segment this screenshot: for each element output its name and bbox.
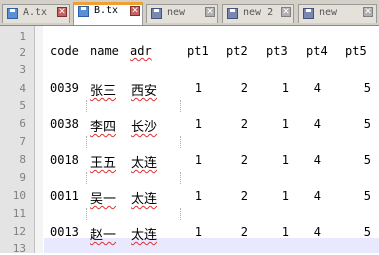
line-number: 1 (19, 30, 26, 43)
pt-cell: 1 (281, 225, 289, 239)
pt-cell: 5 (363, 189, 371, 203)
close-icon[interactable]: ✕ (363, 7, 373, 17)
name-cell: 赵一 (90, 228, 117, 243)
line-number: 12 (12, 225, 26, 238)
tab-label: new (167, 7, 186, 18)
tab-guide (86, 100, 87, 112)
pt-cell: 4 (313, 117, 321, 131)
header-cell: pt3 (266, 44, 288, 58)
pt-cell: 1 (281, 153, 289, 167)
pt-cell: 5 (363, 117, 371, 131)
document-icon (78, 6, 89, 17)
tab-label: B.tx (94, 5, 119, 16)
tab-b-txt[interactable]: B.tx ✕ (73, 2, 143, 25)
tab-guide (180, 208, 181, 220)
document-icon (151, 8, 162, 19)
pt-cell: 1 (194, 153, 202, 167)
pt-cell: 2 (240, 189, 248, 203)
line-number: 7 (19, 135, 26, 148)
tab-label: new 2 (243, 7, 274, 18)
pt-cell: 2 (240, 117, 248, 131)
pt-cell: 1 (194, 225, 202, 239)
pt-cell: 5 (363, 81, 371, 95)
pt-cell: 1 (281, 117, 289, 131)
header-cell: adr (130, 44, 152, 58)
code-cell: 0011 (50, 189, 79, 203)
close-icon[interactable]: ✕ (57, 7, 67, 17)
pt-cell: 4 (313, 189, 321, 203)
adr-cell: 太连 (131, 156, 158, 171)
line-number: 10 (12, 189, 26, 202)
pt-cell: 1 (281, 81, 289, 95)
document-icon (7, 8, 18, 19)
tab-new-3[interactable]: new ✕ (298, 4, 377, 23)
name-cell: 吴一 (90, 192, 117, 207)
pt-cell: 2 (240, 153, 248, 167)
line-number-gutter[interactable]: 1 2 3 4 5 6 7 8 9 10 11 12 13 (0, 26, 35, 255)
header-cell: name (90, 44, 119, 58)
code-cell: 0013 (50, 225, 79, 239)
tab-guide (86, 172, 87, 184)
pt-cell: 1 (194, 81, 202, 95)
header-cell: code (50, 44, 79, 58)
line-number: 5 (19, 99, 26, 112)
tab-guide (86, 208, 87, 220)
close-icon[interactable]: ✕ (281, 7, 291, 17)
close-icon[interactable]: ✕ (130, 6, 140, 16)
name-cell: 李四 (90, 120, 117, 135)
pt-cell: 4 (313, 81, 321, 95)
fold-margin[interactable] (35, 26, 43, 253)
document-icon (227, 8, 238, 19)
pt-cell: 4 (313, 225, 321, 239)
code-cell: 0018 (50, 153, 79, 167)
line-number: 6 (19, 117, 26, 130)
line-number: 8 (19, 153, 26, 166)
close-icon[interactable]: ✕ (205, 7, 215, 17)
header-cell: pt1 (187, 44, 209, 58)
line-number: 11 (12, 207, 26, 220)
tab-label: new (319, 7, 338, 18)
tab-a-txt[interactable]: A.tx ✕ (2, 4, 70, 23)
adr-cell: 西安 (131, 84, 158, 99)
line-number: 13 (12, 242, 26, 255)
pt-cell: 4 (313, 153, 321, 167)
pt-cell: 5 (363, 153, 371, 167)
code-cell: 0038 (50, 117, 79, 131)
pt-cell: 1 (194, 117, 202, 131)
adr-cell: 太连 (131, 192, 158, 207)
tab-bar: A.tx ✕ B.tx ✕ new ✕ new 2 ✕ new ✕ (0, 0, 379, 26)
tab-guide (180, 100, 181, 112)
line-number: 3 (19, 63, 26, 76)
pt-cell: 2 (240, 81, 248, 95)
line-number: 4 (19, 82, 26, 95)
tab-label: A.tx (23, 7, 48, 18)
tab-new-1[interactable]: new ✕ (146, 4, 218, 23)
document-icon (303, 8, 314, 19)
pt-cell: 1 (281, 189, 289, 203)
header-cell: pt5 (345, 44, 367, 58)
line-number: 2 (19, 46, 26, 59)
name-cell: 张三 (90, 84, 117, 99)
pt-cell: 5 (363, 225, 371, 239)
pt-cell: 1 (194, 189, 202, 203)
tab-new-2[interactable]: new 2 ✕ (222, 4, 294, 23)
name-cell: 王五 (90, 156, 117, 171)
tab-guide (180, 172, 181, 184)
tab-guide (180, 136, 181, 148)
header-cell: pt2 (226, 44, 248, 58)
tab-guide (86, 136, 87, 148)
code-cell: 0039 (50, 81, 79, 95)
line-number: 9 (19, 171, 26, 184)
header-cell: pt4 (306, 44, 328, 58)
pt-cell: 2 (240, 225, 248, 239)
adr-cell: 太连 (131, 228, 158, 243)
adr-cell: 长沙 (131, 120, 158, 135)
